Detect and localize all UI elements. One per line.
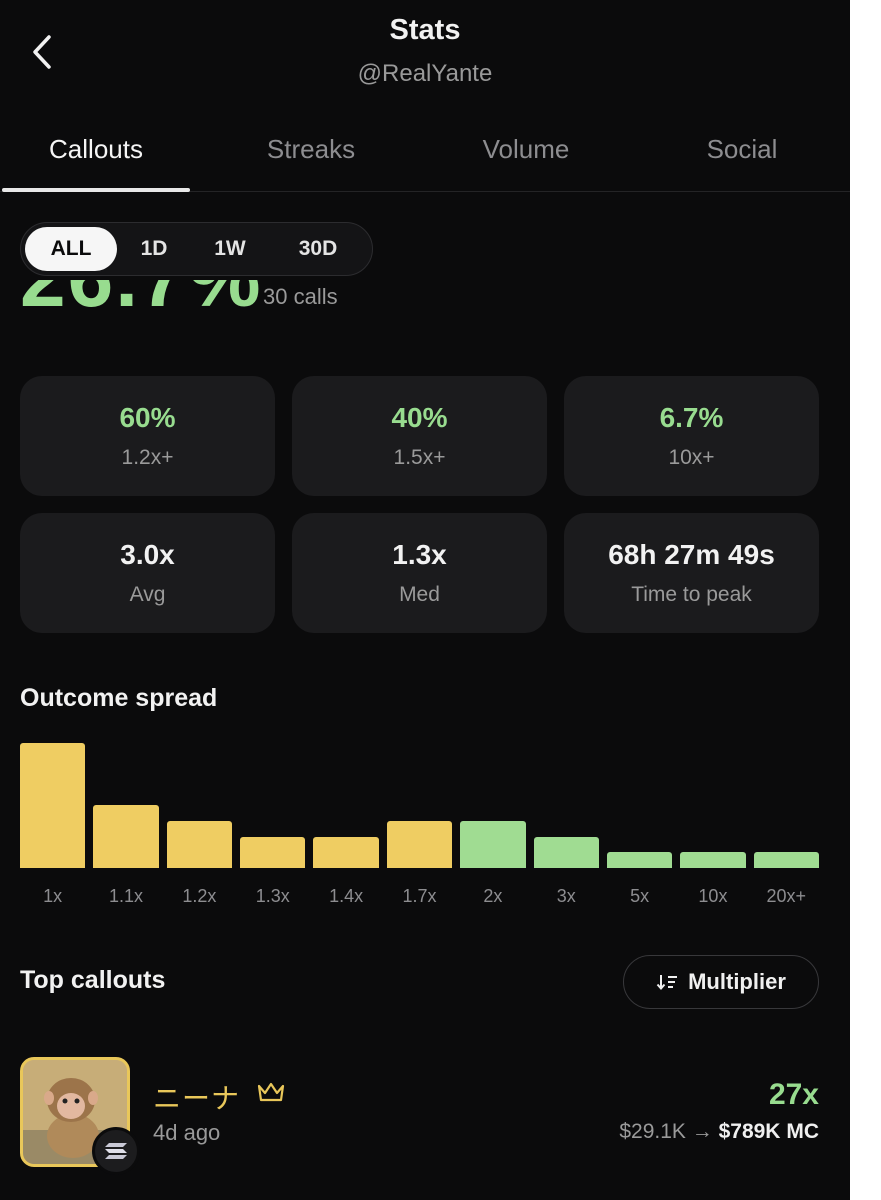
callout-multiplier: 27x <box>768 1078 819 1111</box>
period-filter: ALL 1D 1W 30D <box>20 222 373 276</box>
tab-callouts[interactable]: Callouts <box>2 124 190 192</box>
tab-bar: Callouts Streaks Volume Social <box>0 124 850 192</box>
tab-streaks[interactable]: Streaks <box>217 124 405 192</box>
stat-value: 6.7% <box>659 402 724 433</box>
stat-value: 40% <box>391 402 448 433</box>
bar-1-7x <box>386 821 453 868</box>
bar-1-2x <box>166 821 233 868</box>
tick-label: 1x <box>43 886 63 906</box>
stats-screen: Stats @RealYante Callouts Streaks Volume… <box>0 0 850 1200</box>
tick-label: 1.4x <box>329 886 364 906</box>
stat-value: 1.3x <box>392 539 447 570</box>
tick-label: 1.1x <box>109 886 144 906</box>
tick-label: 1.3x <box>255 886 290 906</box>
crown-icon <box>257 1082 285 1102</box>
page-title: Stats <box>389 14 461 46</box>
bar-1-1x <box>93 805 159 868</box>
stat-card-1-5x: 40% 1.5x+ <box>292 376 547 496</box>
stat-value: 3.0x <box>120 539 175 570</box>
tick-label: 1.7x <box>402 886 437 906</box>
bar-1-4x <box>313 837 379 868</box>
bar-3x <box>533 837 599 868</box>
tab-volume[interactable]: Volume <box>432 124 620 192</box>
period-1w[interactable]: 1W <box>195 227 265 271</box>
token-name[interactable]: ニーナ <box>153 1077 240 1117</box>
tick-label: 5x <box>630 886 650 906</box>
active-tab-indicator <box>2 188 190 192</box>
bar-10x <box>680 852 746 868</box>
callout-time-ago: 4d ago <box>153 1120 221 1145</box>
stat-card-10x: 6.7% 10x+ <box>564 376 819 496</box>
bar-5x <box>606 852 673 868</box>
user-handle: @RealYante <box>357 60 493 87</box>
mc-unit: MC <box>786 1120 819 1143</box>
outcome-spread-title: Outcome spread <box>20 684 218 712</box>
headline-stat-clip: 26.7% <box>20 280 420 314</box>
tick-label: 3x <box>556 886 576 906</box>
outcome-spread-chart: 1x 1.1x 1.2x 1.3x 1.4x 1.7x 2x 3x 5x 10x 20x+ <box>0 730 850 920</box>
stat-label: 10x+ <box>668 446 715 469</box>
solana-chain-badge <box>92 1127 140 1175</box>
mc-to: $789K <box>718 1120 781 1143</box>
sort-multiplier-button[interactable]: Multiplier <box>623 955 819 1009</box>
tab-social[interactable]: Social <box>648 124 836 192</box>
solana-icon <box>105 1143 127 1159</box>
bar-2x <box>460 821 526 868</box>
stat-card-time-to-peak: 68h 27m 49s Time to peak <box>564 513 819 633</box>
stat-card-med: 1.3x Med <box>292 513 547 633</box>
stat-label: Med <box>399 583 440 606</box>
stat-card-avg: 3.0x Avg <box>20 513 275 633</box>
period-30d[interactable]: 30D <box>273 227 363 271</box>
calls-count: 30 calls <box>263 284 338 309</box>
arrow-right-icon: → <box>691 1120 713 1143</box>
stat-label: 1.2x+ <box>121 446 174 469</box>
sort-icon <box>656 975 678 991</box>
bar-1x <box>20 743 86 868</box>
tick-label: 2x <box>483 886 503 906</box>
stat-value: 60% <box>119 402 176 433</box>
mc-from: $29.1K <box>619 1120 686 1143</box>
market-cap-change: $29.1K → $789K MC <box>619 1120 819 1144</box>
sort-label: Multiplier <box>688 969 786 994</box>
tick-label: 1.2x <box>182 886 217 906</box>
stat-card-1-2x: 60% 1.2x+ <box>20 376 275 496</box>
bar-1-3x <box>240 837 306 868</box>
stat-label: Time to peak <box>631 583 752 606</box>
period-all[interactable]: ALL <box>25 227 117 271</box>
stat-value: 68h 27m 49s <box>608 539 775 570</box>
tick-label: 10x <box>698 886 728 906</box>
top-callouts-title: Top callouts <box>20 966 166 994</box>
period-1d[interactable]: 1D <box>121 227 187 271</box>
headline-stat: 26.7% <box>20 280 263 314</box>
bar-20x <box>753 852 819 868</box>
tick-label: 20x+ <box>766 886 807 906</box>
stat-label: Avg <box>129 583 166 606</box>
stat-label: 1.5x+ <box>393 446 446 469</box>
